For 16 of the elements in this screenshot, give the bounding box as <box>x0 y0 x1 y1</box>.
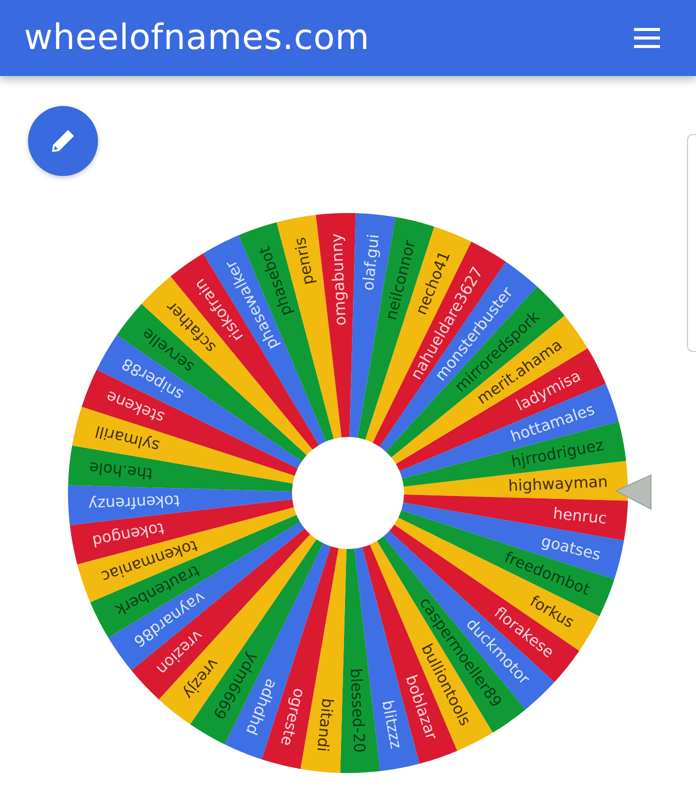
segment-label: ogreste <box>276 686 308 748</box>
segment-label: blitzzz <box>378 698 406 750</box>
menu-icon <box>634 27 660 49</box>
segment-label: highwayman <box>508 472 608 495</box>
site-title: wheelofnames.com <box>24 16 370 60</box>
segment-label: penris <box>290 236 318 286</box>
segment-label: omgabunny <box>328 232 350 326</box>
pointer-icon <box>614 474 652 510</box>
segment-label: blessed-20 <box>346 668 368 754</box>
segment-label: olaf.gui <box>359 233 383 292</box>
edit-button[interactable] <box>28 106 98 176</box>
segment-label: bitandi <box>313 697 337 753</box>
segment-label: the.hole <box>88 458 154 482</box>
segment-label: henruc <box>552 504 608 528</box>
segment-label: sylmarill <box>93 422 162 456</box>
segment-label: tokenfrenzy <box>88 491 180 514</box>
